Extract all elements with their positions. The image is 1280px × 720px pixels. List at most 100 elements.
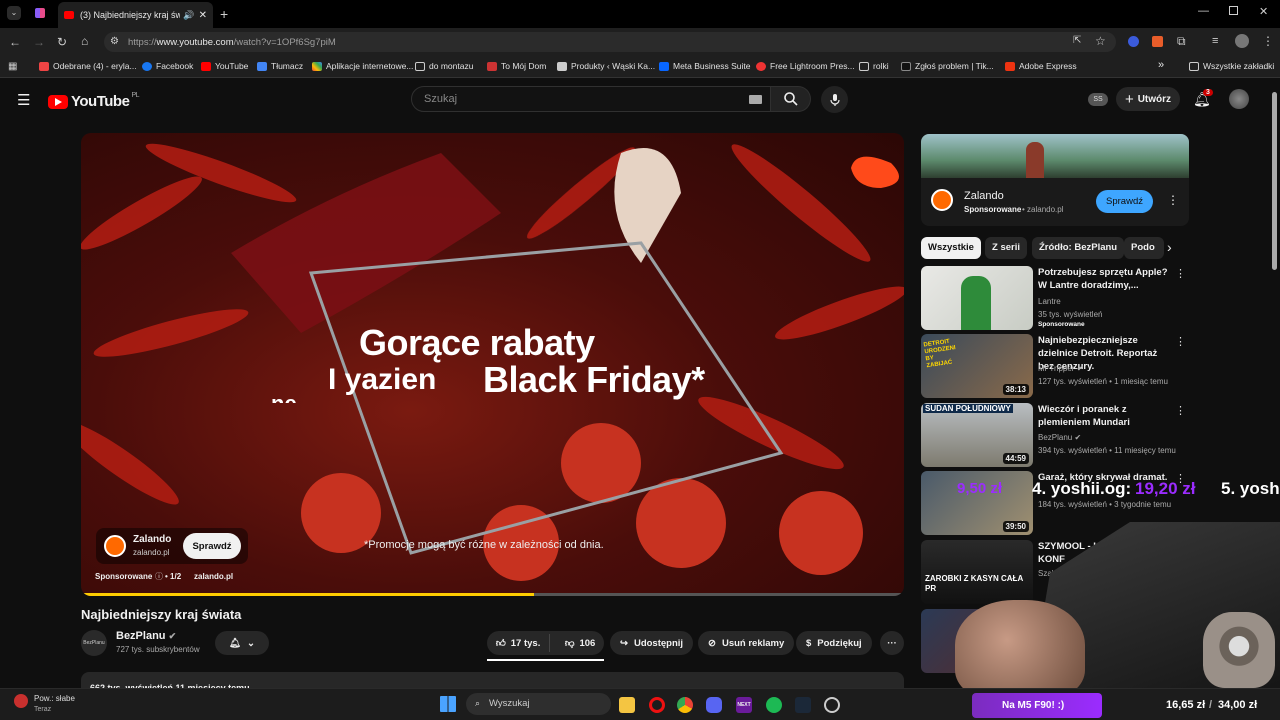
info-icon[interactable]: ⓘ	[155, 571, 163, 582]
video-progress-bar[interactable]	[81, 593, 904, 596]
chrome-icon[interactable]	[677, 697, 693, 713]
search-button[interactable]	[771, 86, 811, 112]
new-tab-icon[interactable]: +	[220, 6, 228, 22]
close-window-icon[interactable]: ✕	[1259, 5, 1268, 18]
steam-icon[interactable]	[795, 697, 811, 713]
app-icon[interactable]	[824, 697, 840, 713]
rec-menu-icon[interactable]: ⋮	[1175, 335, 1186, 348]
tab-youtube[interactable]: (3) Najbiedniejszy kraj świat 🔊 ✕	[58, 2, 213, 28]
channel-name[interactable]: BezPlanu ✔	[116, 630, 176, 642]
spotify-icon[interactable]	[766, 697, 782, 713]
ad-cta-button[interactable]: Sprawdź	[183, 533, 241, 559]
channel-avatar[interactable]: BezPlanu	[81, 630, 107, 656]
speaker-icon[interactable]: 🔊	[183, 10, 194, 21]
recommendation-item[interactable]: SUDAN POŁUDNIOWY 44:59 Wieczór i poranek…	[921, 403, 1189, 467]
bookmarks-bar: ▦ Odebrane (4) - eryla... Facebook YouTu…	[0, 56, 1280, 78]
bookmark-item[interactable]: Zgłoś problem | Tik...	[901, 61, 994, 71]
minimize-icon[interactable]: —	[1198, 5, 1209, 17]
remove-ads-button[interactable]: ⊘ Usuń reklamy	[698, 631, 795, 655]
channel-name-text: BezPlanu	[116, 630, 166, 642]
taskbar-search[interactable]: Wyszukaj	[466, 693, 611, 715]
back-icon[interactable]: ←	[9, 35, 21, 49]
weather-text[interactable]: Pow.: słabe	[34, 694, 75, 703]
chip-similar[interactable]: Podo	[1124, 237, 1164, 259]
sidebar-ad-menu-icon[interactable]: ⋮	[1167, 193, 1179, 207]
page-scrollbar[interactable]	[1272, 92, 1277, 270]
tab-search-icon[interactable]: ⌄	[7, 6, 21, 20]
bookmark-item[interactable]: To Mój Dom	[487, 61, 546, 71]
media-control-icon[interactable]: ≡	[1212, 35, 1218, 47]
all-bookmarks-folder[interactable]: Wszystkie zakładki	[1189, 61, 1274, 71]
bookmark-item[interactable]: Odebrane (4) - eryla...	[39, 61, 137, 71]
apps-grid-icon[interactable]: ▦	[8, 61, 17, 72]
thumbs-up-icon: 👍︎	[495, 638, 506, 649]
more-actions-button[interactable]: ···	[880, 631, 904, 655]
hamburger-menu-icon[interactable]: ☰	[17, 91, 30, 109]
browser-tab-strip: ⌄ (3) Najbiedniejszy kraj świat 🔊 ✕ + — …	[0, 0, 1280, 28]
ad-link[interactable]: zalando.pl	[194, 572, 233, 581]
youtube-logo[interactable]: YouTube PL	[48, 92, 139, 110]
windows-start-icon[interactable]	[440, 696, 456, 712]
home-icon[interactable]: ⌂	[81, 34, 88, 48]
install-app-icon[interactable]: ⇱	[1073, 35, 1081, 46]
bookmark-item[interactable]: Produkty ‹ Wąski Ka...	[557, 61, 655, 71]
bookmark-item[interactable]: Adobe Express	[1005, 61, 1077, 71]
thanks-button[interactable]: $ Podziękuj	[796, 631, 872, 655]
ad-overlay-card[interactable]: Zalando zalando.pl Sprawdź	[96, 528, 248, 564]
bookmark-folder[interactable]: rolki	[859, 61, 889, 71]
weather-icon[interactable]	[14, 694, 28, 708]
thanks-icon: $	[806, 637, 812, 649]
address-bar[interactable]: https://www.youtube.com/watch?v=1OPf6Sg7…	[104, 32, 1116, 52]
browser-toolbar: ← → ↻ ⌂ https://www.youtube.com/watch?v=…	[0, 28, 1280, 56]
chips-next-icon[interactable]: ›	[1167, 239, 1172, 255]
bookmarks-overflow[interactable]: »	[1158, 59, 1164, 71]
rec-menu-icon[interactable]: ⋮	[1175, 267, 1186, 280]
chip-source[interactable]: Źródło: BezPlanu	[1032, 237, 1125, 259]
share-button[interactable]: ↪ Udostępnij	[610, 631, 694, 655]
sidebar-ad-cta-button[interactable]: Sprawdź	[1096, 190, 1153, 213]
bookmark-folder[interactable]: do montazu	[415, 61, 473, 71]
rec-menu-icon[interactable]: ⋮	[1175, 404, 1186, 417]
opera-icon[interactable]	[649, 697, 665, 713]
extensions-puzzle-icon[interactable]: ⧉	[1177, 34, 1186, 49]
extension-2-icon[interactable]	[1152, 36, 1163, 47]
bookmark-item[interactable]: Meta Business Suite	[659, 61, 750, 71]
video-duration: 38:13	[1002, 384, 1029, 395]
workspace-icon[interactable]	[35, 8, 45, 18]
recommendation-item[interactable]: DETROIT URODZENI BY ZABIJAĆ 38:13 Najnie…	[921, 334, 1189, 398]
subscription-bell-button[interactable]: 🔔︎ ⌄	[215, 631, 269, 655]
create-button[interactable]: + Utwórz	[1116, 87, 1180, 111]
bookmark-item[interactable]: Tłumacz	[257, 61, 303, 71]
reload-icon[interactable]: ↻	[57, 35, 67, 49]
sidebar-ad-panel[interactable]: Zalando Sponsorowane • zalando.pl Sprawd…	[921, 134, 1189, 226]
profile-avatar[interactable]	[1235, 34, 1249, 48]
chip-series[interactable]: Z serii	[985, 237, 1027, 259]
no-ads-icon: ⊘	[708, 637, 716, 649]
file-explorer-icon[interactable]	[619, 697, 635, 713]
like-button[interactable]: 👍︎ 17 tys.	[487, 634, 551, 652]
tab-close-icon[interactable]: ✕	[199, 10, 207, 21]
bookmark-star-icon[interactable]: ☆	[1095, 34, 1106, 48]
recommendation-item[interactable]: Potrzebujesz sprzętu Apple? W Lantre dor…	[921, 266, 1189, 330]
search-input[interactable]: Szukaj	[411, 86, 771, 112]
bookmark-item[interactable]: Aplikacje internetowe...	[312, 61, 413, 71]
keyboard-icon[interactable]	[749, 95, 762, 104]
ad-banner-person	[1026, 142, 1044, 178]
maximize-icon[interactable]	[1229, 6, 1238, 15]
menu-icon[interactable]: ⋮	[1262, 34, 1274, 48]
next-app-icon[interactable]: NEXT	[736, 697, 752, 713]
site-info-icon[interactable]: ⚙	[110, 36, 119, 47]
bookmark-item[interactable]: Free Lightroom Pres...	[756, 61, 855, 71]
video-player[interactable]: Gorące rabaty I yazien Black Friday* ne …	[81, 133, 904, 596]
forward-icon[interactable]: →	[33, 35, 45, 49]
bookmark-item[interactable]: Facebook	[142, 61, 193, 71]
dislike-button[interactable]: 👎︎ 106	[556, 637, 604, 650]
bookmark-item[interactable]: YouTube	[201, 61, 248, 71]
extension-icon[interactable]	[1128, 36, 1139, 47]
discord-icon[interactable]	[706, 697, 722, 713]
chip-all[interactable]: Wszystkie	[921, 237, 981, 259]
voice-search-button[interactable]	[821, 86, 848, 113]
account-avatar[interactable]	[1229, 89, 1249, 109]
subscriber-count: 727 tys. subskrybentów	[116, 645, 200, 654]
ad-headline-fragment-2: ne	[271, 391, 297, 403]
